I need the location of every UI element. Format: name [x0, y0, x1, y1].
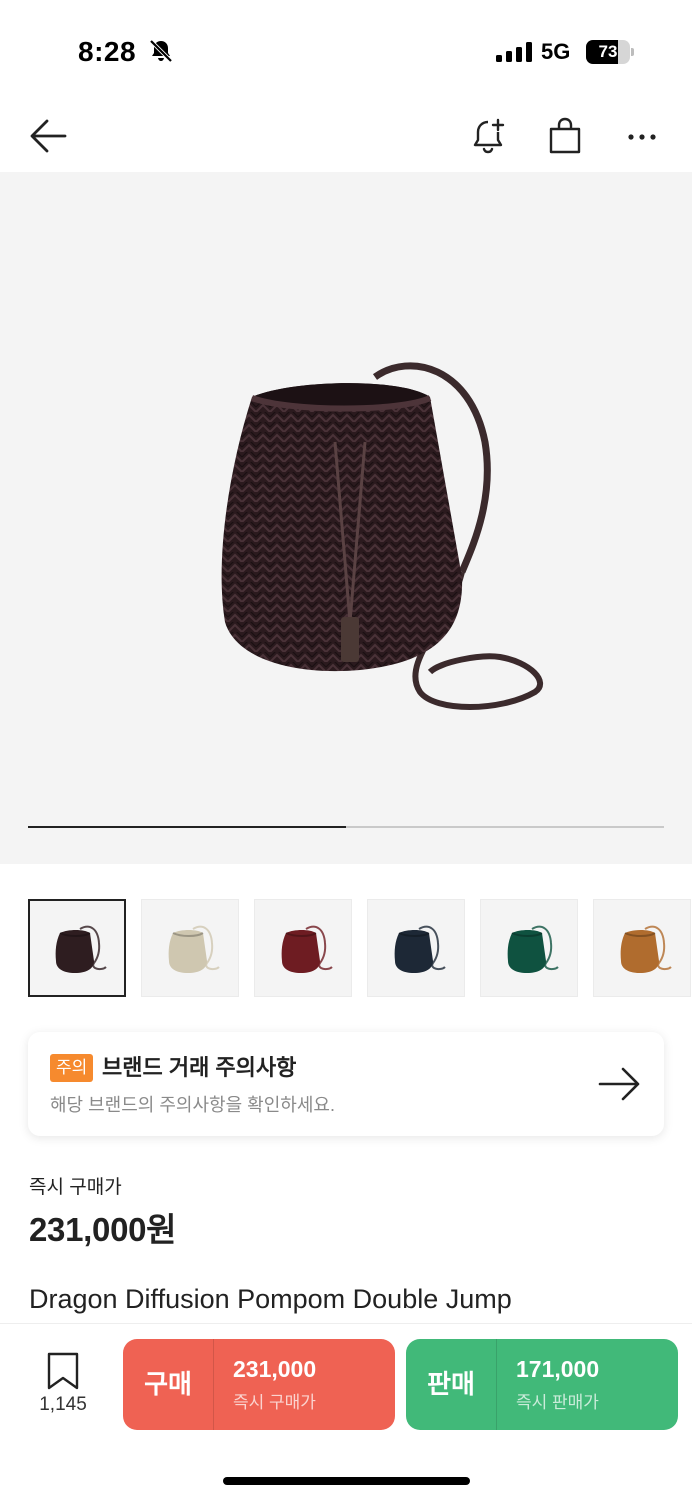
home-indicator — [223, 1477, 470, 1485]
cart-button[interactable] — [541, 112, 589, 160]
more-horizontal-icon — [628, 134, 656, 140]
bell-plus-icon — [473, 118, 505, 154]
wishlist-button[interactable]: 1,145 — [34, 1352, 92, 1422]
thumbnail-bag-image — [620, 925, 672, 973]
price-alert-button[interactable] — [464, 112, 512, 160]
buy-price: 231,000 — [233, 1356, 317, 1382]
gallery-progress-track — [28, 826, 664, 828]
cellular-signal-icon — [496, 42, 532, 62]
notice-description: 해당 브랜드의 주의사항을 확인하세요. — [50, 1095, 335, 1115]
bell-off-icon — [149, 39, 173, 63]
thumbnail-bag-image — [281, 925, 333, 973]
thumbnail-1[interactable] — [28, 899, 126, 997]
bookmark-icon — [47, 1352, 79, 1390]
thumbnail-bag-image — [394, 925, 446, 973]
notice-tag: 주의 — [50, 1054, 94, 1082]
notice-title: 브랜드 거래 주의사항 — [102, 1055, 297, 1080]
bottom-action-bar: 1,145 구매 231,000 즉시 구매가 판매 171,000 즉시 판매… — [0, 1323, 692, 1500]
gallery-progress-fill — [28, 826, 346, 828]
arrow-right-icon — [598, 1067, 640, 1101]
product-image-carousel[interactable] — [0, 172, 692, 864]
top-navigation — [0, 100, 692, 172]
back-button[interactable] — [24, 112, 72, 160]
sell-label: 판매 — [427, 1369, 475, 1399]
thumbnail-2[interactable] — [141, 899, 239, 997]
status-time: 8:28 — [78, 36, 137, 67]
thumbnail-5[interactable] — [480, 899, 578, 997]
more-button[interactable] — [618, 112, 666, 160]
thumbnail-3[interactable] — [254, 899, 352, 997]
buy-button[interactable]: 구매 231,000 즉시 구매가 — [123, 1339, 395, 1430]
thumbnail-strip — [28, 899, 692, 999]
product-name: Dragon Diffusion Pompom Double Jump — [29, 1284, 512, 1314]
brand-notice-card[interactable]: 주의 브랜드 거래 주의사항 해당 브랜드의 주의사항을 확인하세요. — [28, 1032, 664, 1136]
battery-icon: 73 — [586, 40, 634, 64]
sell-button[interactable]: 판매 171,000 즉시 판매가 — [406, 1339, 678, 1430]
sell-price: 171,000 — [516, 1356, 600, 1382]
thumbnail-bag-image — [507, 925, 559, 973]
product-image — [221, 362, 544, 710]
network-type: 5G — [541, 39, 571, 64]
sell-subtitle: 즉시 판매가 — [516, 1393, 599, 1412]
status-bar: 8:28 5G 73 — [0, 0, 692, 100]
thumbnail-bag-image — [55, 925, 107, 973]
buy-subtitle: 즉시 구매가 — [233, 1393, 316, 1412]
wishlist-count: 1,145 — [39, 1394, 87, 1415]
thumbnail-4[interactable] — [367, 899, 465, 997]
thumbnail-6[interactable] — [593, 899, 691, 997]
shopping-bag-icon — [549, 117, 581, 154]
buy-label: 구매 — [144, 1369, 192, 1399]
instant-buy-price: 231,000원 — [29, 1211, 177, 1248]
thumbnail-bag-image — [168, 925, 220, 973]
battery-percent: 73 — [598, 42, 618, 61]
arrow-left-icon — [30, 119, 67, 153]
instant-buy-price-label: 즉시 구매가 — [29, 1177, 122, 1198]
